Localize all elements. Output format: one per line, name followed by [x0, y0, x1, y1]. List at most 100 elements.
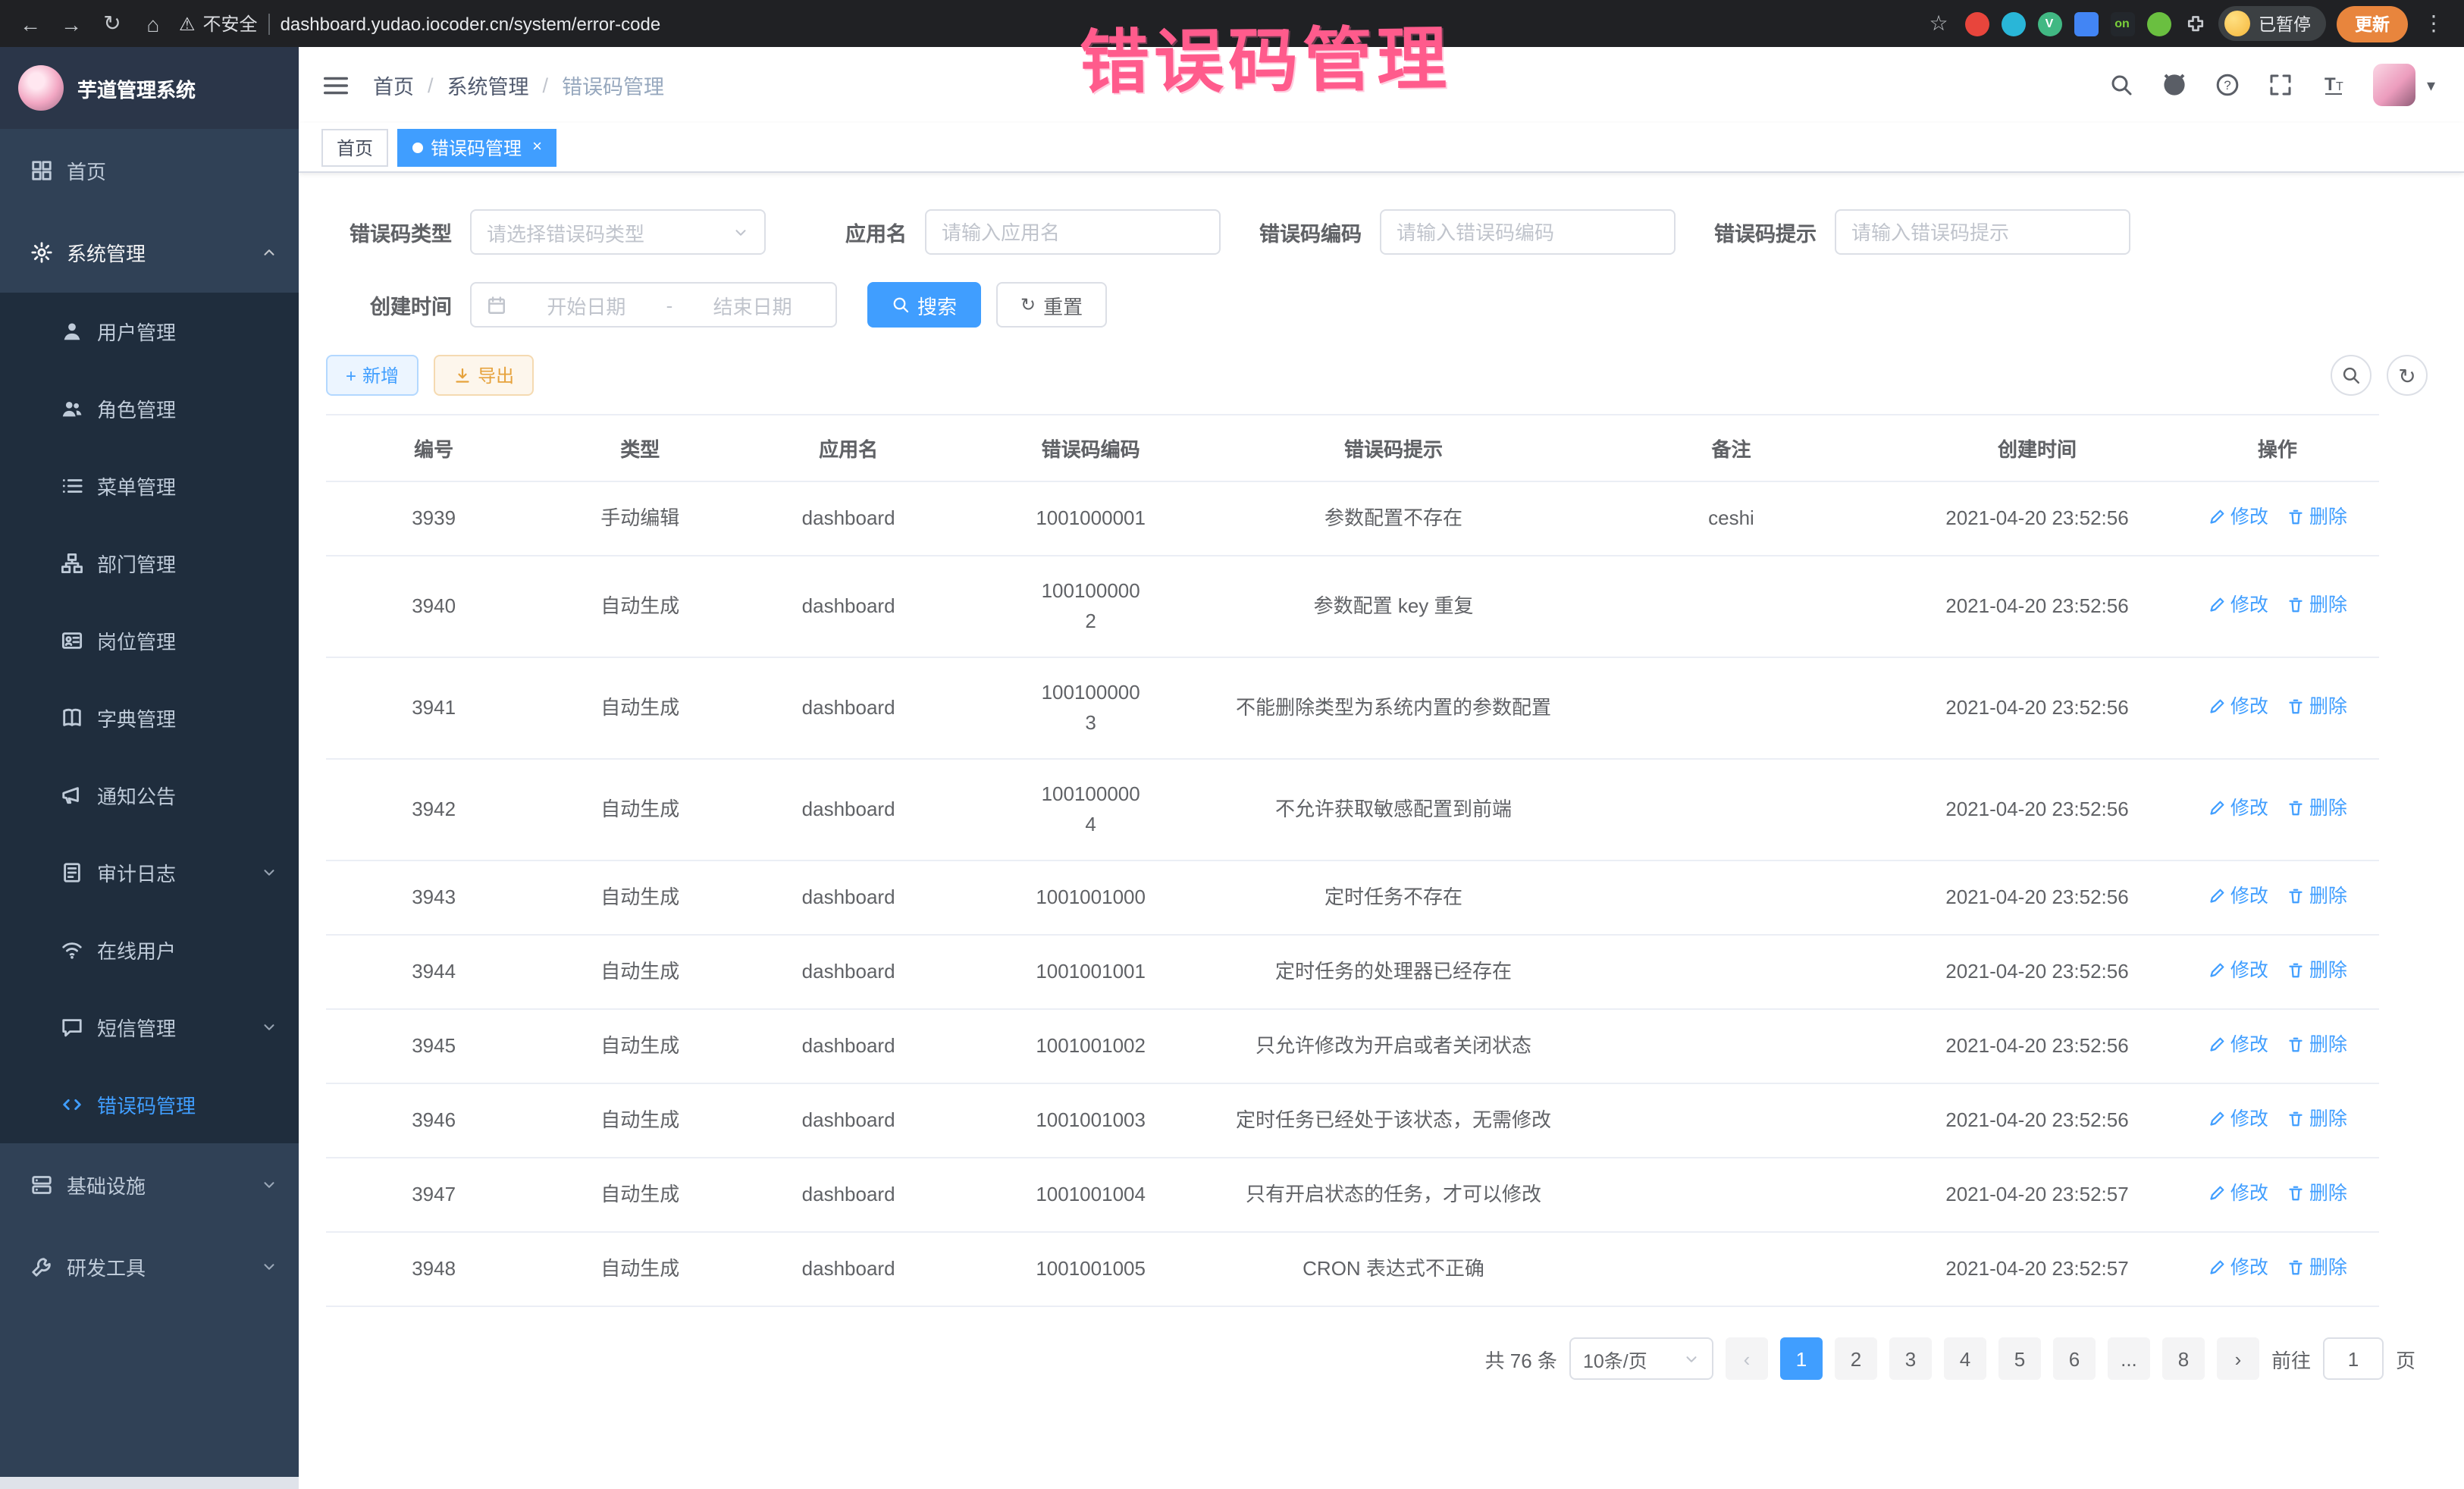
edit-link[interactable]: 修改 [2208, 590, 2268, 620]
sidebar-item-dept[interactable]: 部门管理 [0, 525, 299, 602]
breadcrumb-home[interactable]: 首页 [373, 70, 414, 100]
add-button[interactable]: + 新增 [326, 355, 419, 396]
edit-link[interactable]: 修改 [2208, 1104, 2268, 1134]
error-code-input[interactable] [1397, 221, 1659, 243]
sidebar-item-post[interactable]: 岗位管理 [0, 602, 299, 679]
export-button[interactable]: 导出 [434, 355, 534, 396]
sidebar-item-sms[interactable]: 短信管理 [0, 989, 299, 1066]
delete-link[interactable]: 删除 [2287, 1104, 2347, 1134]
breadcrumb-system[interactable]: 系统管理 [447, 70, 529, 100]
toggle-search-button[interactable] [2331, 355, 2372, 396]
user-avatar[interactable] [2374, 64, 2416, 106]
vue-devtools-icon[interactable]: V [2037, 11, 2061, 36]
sidebar-menu: 首页系统管理用户管理角色管理菜单管理部门管理岗位管理字典管理通知公告审计日志在线… [0, 129, 299, 1489]
cell-message: 只允许修改为开启或者关闭状态 [1223, 1009, 1564, 1083]
tab-home[interactable]: 首页 [321, 128, 388, 166]
security-chip[interactable]: ⚠ 不安全 [179, 11, 258, 36]
sidebar-item-dict[interactable]: 字典管理 [0, 679, 299, 757]
picker-extension-icon[interactable] [2001, 11, 2025, 36]
delete-link[interactable]: 删除 [2287, 691, 2347, 722]
pagination-page-3[interactable]: 3 [1889, 1337, 1932, 1380]
github-icon[interactable] [2152, 62, 2198, 108]
sidebar-logo[interactable]: 芋道管理系统 [0, 47, 299, 129]
sidebar-item-system[interactable]: 系统管理 [0, 211, 299, 293]
error-message-input[interactable] [1851, 221, 2114, 243]
onetab-extension-icon[interactable]: on [2110, 11, 2134, 36]
delete-link[interactable]: 删除 [2287, 1030, 2347, 1060]
search-icon[interactable] [2099, 62, 2145, 108]
url-text[interactable]: dashboard.yudao.iocoder.cn/system/error-… [281, 13, 661, 34]
goto-page-input[interactable] [2323, 1337, 2384, 1380]
edit-link[interactable]: 修改 [2208, 881, 2268, 911]
back-icon[interactable]: ← [15, 8, 45, 39]
delete-link[interactable]: 删除 [2287, 590, 2347, 620]
fullscreen-icon[interactable] [2259, 62, 2304, 108]
record-extension-icon[interactable] [1964, 11, 1989, 36]
pagination-page-5[interactable]: 5 [1998, 1337, 2041, 1380]
page-size-select[interactable]: 10条/页 [1569, 1337, 1713, 1380]
search-button[interactable]: 搜索 [867, 282, 981, 328]
delete-icon [2287, 1259, 2305, 1277]
delete-link[interactable]: 删除 [2287, 502, 2347, 532]
sidebar-item-error-code[interactable]: 错误码管理 [0, 1066, 299, 1143]
delete-link[interactable]: 删除 [2287, 881, 2347, 911]
prev-page-button[interactable]: ‹ [1726, 1337, 1768, 1380]
hamburger-icon[interactable] [321, 71, 350, 99]
sidebar-item-online-user[interactable]: 在线用户 [0, 911, 299, 989]
tab-error-code[interactable]: 错误码管理× [397, 128, 557, 166]
sidebar-item-infra[interactable]: 基础设施 [0, 1143, 299, 1225]
delete-link[interactable]: 删除 [2287, 793, 2347, 823]
leaf-extension-icon[interactable] [2146, 11, 2171, 36]
warning-icon: ⚠ [179, 13, 196, 34]
tab-close-icon[interactable]: × [532, 138, 542, 156]
grid-extension-icon[interactable] [2074, 11, 2098, 36]
edit-link[interactable]: 修改 [2208, 502, 2268, 532]
browser-home-icon[interactable]: ⌂ [138, 8, 168, 39]
date-range-picker[interactable]: 开始日期 - 结束日期 [470, 282, 837, 328]
sidebar-item-audit-log[interactable]: 审计日志 [0, 834, 299, 911]
cell-message: 定时任务已经处于该状态，无需修改 [1223, 1083, 1564, 1158]
app-name-input[interactable] [942, 221, 1204, 243]
sidebar-item-user[interactable]: 用户管理 [0, 293, 299, 370]
error-type-select[interactable]: 请选择错误码类型 [470, 209, 766, 255]
page-size-value: 10条/页 [1583, 1344, 1647, 1373]
pagination-page-6[interactable]: 6 [2053, 1337, 2096, 1380]
forward-icon[interactable]: → [56, 8, 86, 39]
sidebar-item-role[interactable]: 角色管理 [0, 370, 299, 447]
edit-link[interactable]: 修改 [2208, 955, 2268, 986]
edit-link[interactable]: 修改 [2208, 1252, 2268, 1283]
reset-button[interactable]: ↻ 重置 [996, 282, 1107, 328]
sidebar-item-menu[interactable]: 菜单管理 [0, 447, 299, 525]
font-size-icon[interactable]: TT [2312, 62, 2357, 108]
pagination-more[interactable]: ... [2108, 1337, 2150, 1380]
edit-link[interactable]: 修改 [2208, 793, 2268, 823]
puzzle-extension-icon[interactable] [2183, 11, 2207, 36]
profile-avatar-icon [2224, 11, 2249, 36]
delete-link[interactable]: 删除 [2287, 1178, 2347, 1208]
reload-icon[interactable]: ↻ [97, 8, 127, 39]
refresh-table-button[interactable]: ↻ [2387, 355, 2428, 396]
edit-link[interactable]: 修改 [2208, 1030, 2268, 1060]
sidebar-item-notice[interactable]: 通知公告 [0, 757, 299, 834]
caret-down-icon[interactable]: ▾ [2427, 75, 2435, 95]
delete-icon [2287, 961, 2305, 980]
pagination-page-2[interactable]: 2 [1835, 1337, 1877, 1380]
message-icon [61, 1016, 83, 1039]
pagination-page-8[interactable]: 8 [2162, 1337, 2205, 1380]
sidebar-item-dev-tools[interactable]: 研发工具 [0, 1225, 299, 1307]
sidebar-item-home[interactable]: 首页 [0, 129, 299, 211]
delete-link[interactable]: 删除 [2287, 1252, 2347, 1283]
next-page-button[interactable]: › [2217, 1337, 2259, 1380]
edit-link[interactable]: 修改 [2208, 691, 2268, 722]
help-icon[interactable]: ? [2205, 62, 2251, 108]
cell-message: 只有开启状态的任务，才可以修改 [1223, 1158, 1564, 1232]
browser-menu-icon[interactable]: ⋮ [2419, 8, 2449, 39]
sidebar-scrollbar[interactable] [0, 1477, 299, 1489]
browser-update-button[interactable]: 更新 [2337, 5, 2408, 42]
bookmark-star-icon[interactable]: ☆ [1923, 8, 1954, 39]
profile-paused-button[interactable]: 已暂停 [2218, 6, 2326, 41]
pagination-page-4[interactable]: 4 [1944, 1337, 1986, 1380]
pagination-page-1[interactable]: 1 [1780, 1337, 1823, 1380]
delete-link[interactable]: 删除 [2287, 955, 2347, 986]
edit-link[interactable]: 修改 [2208, 1178, 2268, 1208]
